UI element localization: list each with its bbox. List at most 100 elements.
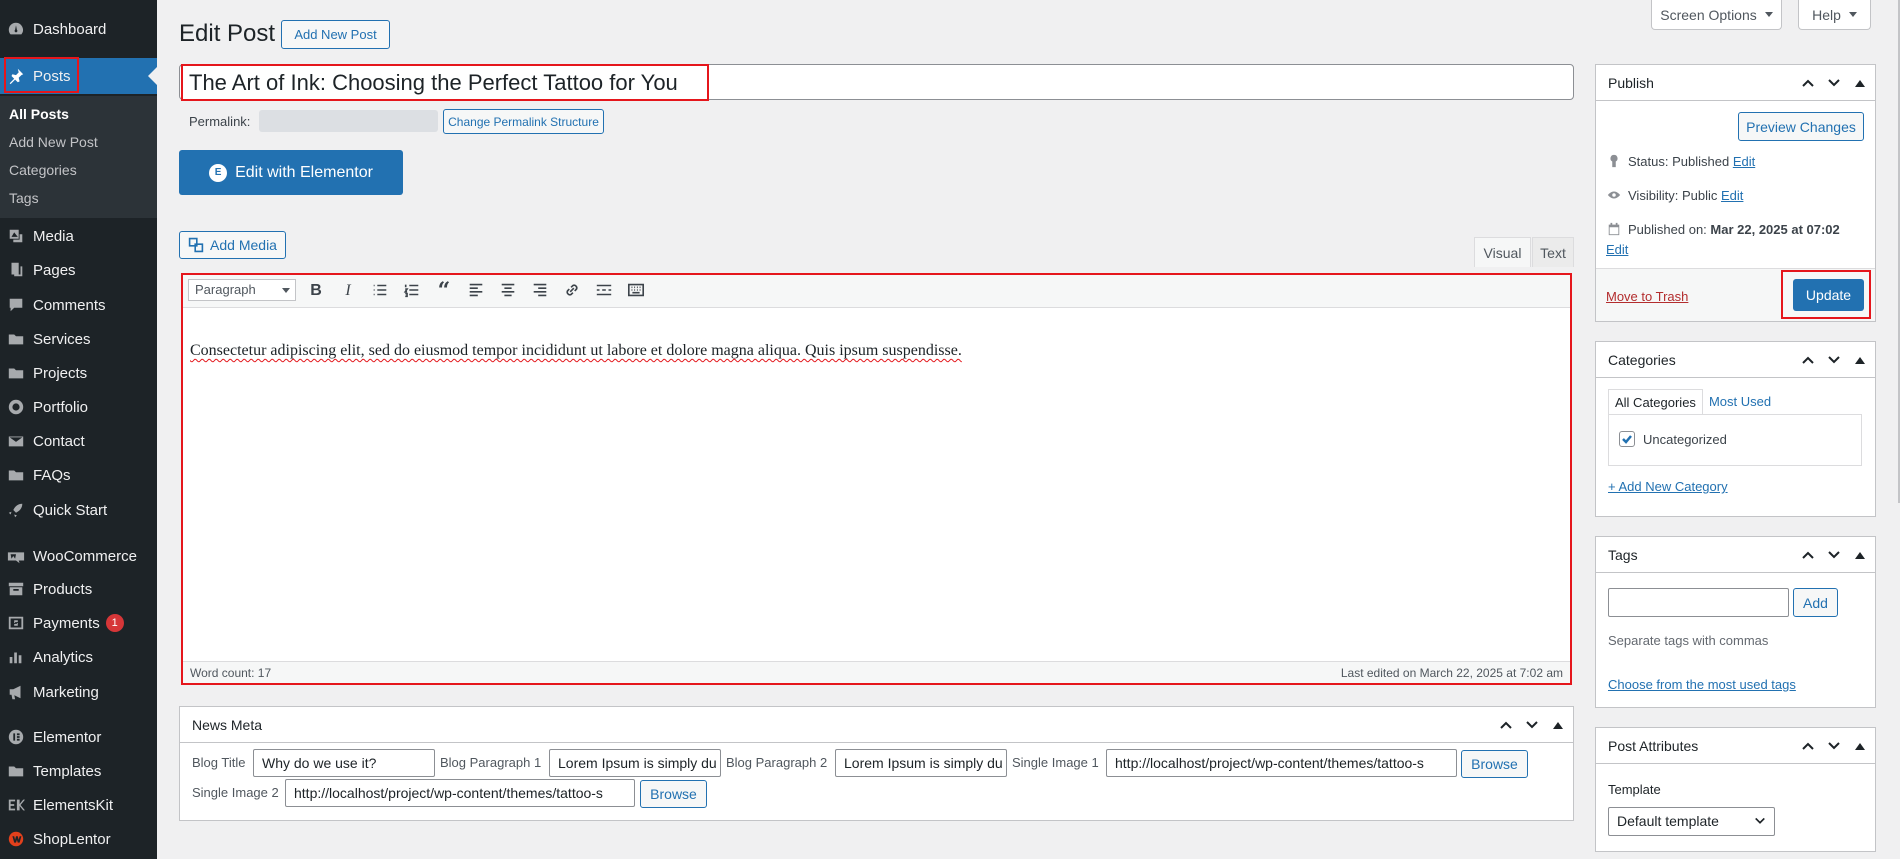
menu-templates[interactable]: Templates: [0, 754, 157, 788]
browse-button-2[interactable]: Browse: [640, 780, 707, 808]
mail-icon: [6, 431, 26, 451]
tab-text[interactable]: Text: [1532, 237, 1574, 267]
tab-most-used[interactable]: Most Used: [1703, 389, 1777, 414]
category-tabs: All Categories Most Used: [1608, 389, 1777, 414]
menu-woocommerce[interactable]: WooCommerce: [0, 539, 157, 573]
preview-changes-button[interactable]: Preview Changes: [1738, 112, 1864, 141]
submenu-categories[interactable]: Categories: [9, 162, 77, 178]
menu-label: Quick Start: [33, 501, 108, 519]
tab-visual[interactable]: Visual: [1474, 237, 1531, 267]
status-label: Status:: [1628, 153, 1669, 169]
move-up-button[interactable]: [1497, 718, 1515, 732]
menu-elementskit[interactable]: ElementsKit: [0, 788, 157, 822]
menu-marketing[interactable]: Marketing: [0, 675, 157, 709]
move-down-button[interactable]: [1825, 739, 1843, 753]
move-up-button[interactable]: [1799, 548, 1817, 562]
add-new-category-link[interactable]: + Add New Category: [1608, 479, 1728, 494]
toggle-panel-button[interactable]: [1851, 76, 1869, 90]
categories-title: Categories: [1608, 352, 1676, 368]
submenu-add-new-post[interactable]: Add New Post: [9, 134, 98, 150]
visibility-label: Visibility:: [1628, 187, 1679, 203]
menu-faqs[interactable]: FAQs: [0, 458, 157, 492]
menu-media[interactable]: Media: [0, 219, 157, 253]
add-media-button[interactable]: Add Media: [179, 231, 286, 259]
submenu-all-posts[interactable]: All Posts: [9, 106, 69, 122]
menu-portfolio[interactable]: Portfolio: [0, 390, 157, 424]
checkmark-icon: [1622, 435, 1632, 444]
chevron-down-icon: [1828, 742, 1840, 750]
rocket-icon: [6, 500, 26, 520]
menu-elementor[interactable]: Elementor: [0, 720, 157, 754]
change-permalink-button[interactable]: Change Permalink Structure: [443, 109, 604, 134]
menu-comments[interactable]: Comments: [0, 288, 157, 322]
choose-tags-link[interactable]: Choose from the most used tags: [1608, 677, 1796, 692]
move-up-button[interactable]: [1799, 739, 1817, 753]
add-tag-button[interactable]: Add: [1793, 588, 1838, 617]
edit-status-link[interactable]: Edit: [1733, 154, 1755, 169]
move-down-button[interactable]: [1523, 718, 1541, 732]
category-list: Uncategorized: [1608, 414, 1862, 466]
shoplentor-icon: [6, 829, 26, 849]
single-image-2-input[interactable]: http://localhost/project/wp-content/them…: [285, 779, 635, 807]
menu-shoplentor[interactable]: ShopLentor: [0, 822, 157, 856]
chevron-up-icon: [1802, 356, 1814, 364]
category-label: Uncategorized: [1643, 431, 1727, 447]
blog-paragraph-2-input[interactable]: Lorem Ipsum is simply du: [835, 749, 1007, 777]
dashboard-icon: [6, 19, 26, 39]
category-checkbox[interactable]: [1619, 431, 1635, 447]
menu-label: Dashboard: [33, 20, 107, 38]
blog-paragraph-1-input[interactable]: Lorem Ipsum is simply du: [549, 749, 721, 777]
category-item[interactable]: Uncategorized: [1619, 431, 1727, 447]
menu-services[interactable]: Services: [0, 322, 157, 356]
menu-label: Portfolio: [33, 398, 89, 416]
move-down-button[interactable]: [1825, 76, 1843, 90]
submenu-tags[interactable]: Tags: [9, 190, 39, 206]
template-select[interactable]: Default template: [1608, 807, 1775, 836]
add-media-label: Add Media: [210, 237, 277, 253]
menu-projects[interactable]: Projects: [0, 356, 157, 390]
comments-icon: [6, 295, 26, 315]
chevron-down-icon: [1828, 79, 1840, 87]
woocommerce-icon: [6, 546, 26, 566]
move-up-button[interactable]: [1799, 353, 1817, 367]
browse-button-1[interactable]: Browse: [1461, 750, 1528, 778]
caret-down-icon: [1848, 12, 1857, 17]
edit-with-elementor-button[interactable]: E Edit with Elementor: [179, 150, 403, 195]
menu-dashboard[interactable]: Dashboard: [0, 12, 157, 46]
single-image-1-input[interactable]: http://localhost/project/wp-content/them…: [1106, 749, 1457, 777]
toggle-panel-button[interactable]: [1851, 548, 1869, 562]
toggle-panel-button[interactable]: [1851, 353, 1869, 367]
edit-date-link[interactable]: Edit: [1606, 242, 1628, 257]
chevron-up-icon: [1802, 551, 1814, 559]
triangle-up-icon: [1855, 80, 1865, 87]
menu-payments[interactable]: Payments 1: [0, 606, 157, 640]
postbox-controls: [1799, 739, 1869, 753]
add-new-post-button[interactable]: Add New Post: [281, 20, 390, 49]
tags-input[interactable]: [1608, 588, 1789, 617]
move-to-trash-link[interactable]: Move to Trash: [1606, 289, 1688, 304]
admin-sidebar: Dashboard Posts All Posts Add New Post C…: [0, 0, 157, 859]
menu-label: Products: [33, 580, 93, 598]
pages-icon: [6, 260, 26, 280]
tab-all-categories[interactable]: All Categories: [1608, 389, 1703, 414]
help-button[interactable]: Help: [1798, 0, 1871, 30]
triangle-up-icon: [1553, 722, 1563, 729]
toggle-panel-button[interactable]: [1549, 718, 1567, 732]
menu-analytics[interactable]: Analytics: [0, 640, 157, 674]
pin-icon: [1606, 153, 1622, 169]
toggle-panel-button[interactable]: [1851, 739, 1869, 753]
menu-products[interactable]: Products: [0, 572, 157, 606]
template-label: Template: [1608, 782, 1661, 797]
calendar-icon: [1606, 221, 1622, 237]
move-down-button[interactable]: [1825, 353, 1843, 367]
edit-visibility-link[interactable]: Edit: [1721, 188, 1743, 203]
menu-quick-start[interactable]: Quick Start: [0, 493, 157, 527]
move-up-button[interactable]: [1799, 76, 1817, 90]
screen-options-button[interactable]: Screen Options: [1651, 0, 1782, 30]
menu-pages[interactable]: Pages: [0, 253, 157, 287]
menu-label: Marketing: [33, 683, 99, 701]
move-down-button[interactable]: [1825, 548, 1843, 562]
blog-title-input[interactable]: Why do we use it?: [253, 749, 435, 777]
menu-contact[interactable]: Contact: [0, 424, 157, 458]
permalink-url[interactable]: [259, 110, 438, 132]
